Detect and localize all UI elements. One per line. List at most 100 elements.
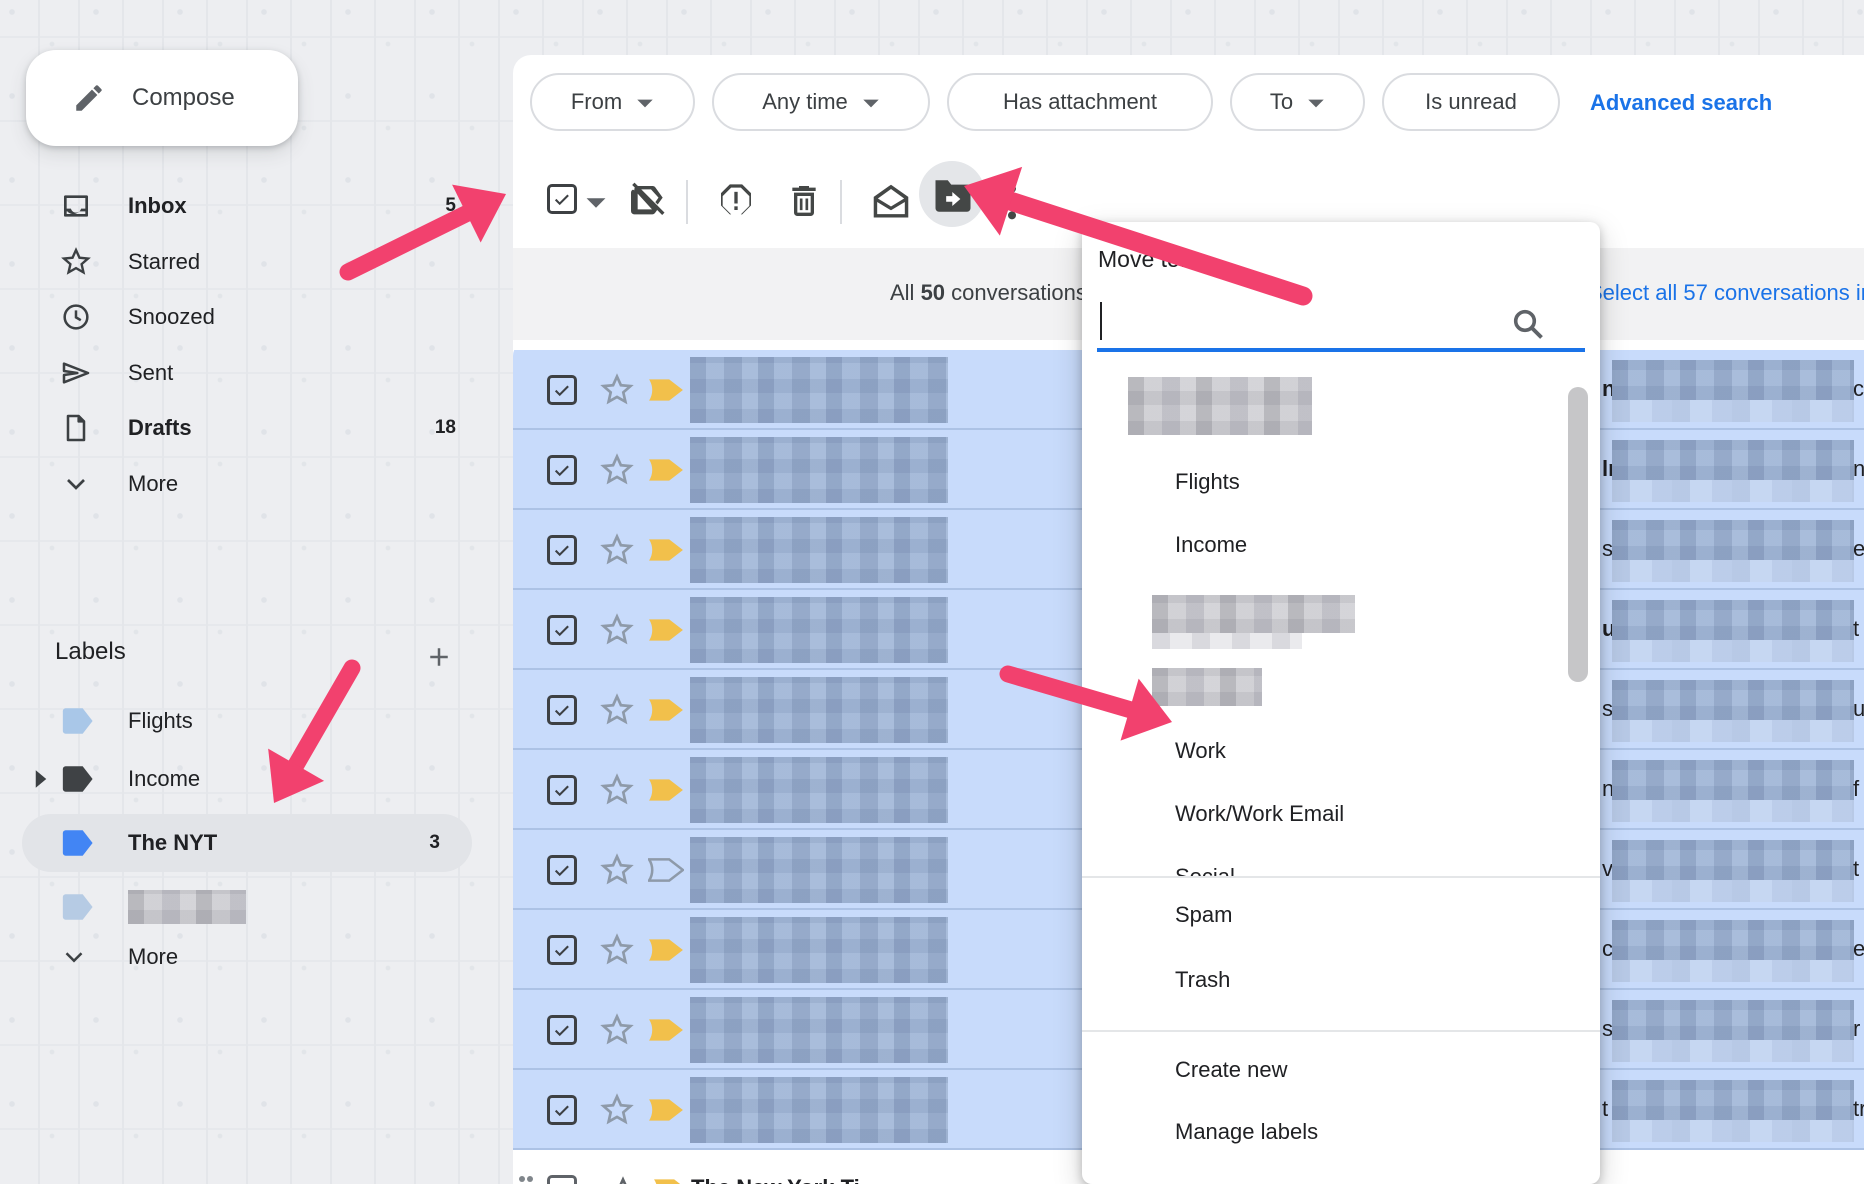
row-checkbox[interactable] — [547, 1175, 577, 1184]
sidebar-label-the-nyt[interactable]: The NYT3 — [0, 814, 480, 872]
star-icon[interactable] — [599, 932, 635, 973]
star-icon[interactable] — [599, 1012, 635, 1053]
select-dropdown-caret-icon[interactable] — [585, 196, 607, 210]
menu-item-flights[interactable]: Flights — [1175, 469, 1240, 495]
row-checkbox[interactable] — [547, 615, 577, 645]
important-marker-icon[interactable] — [648, 538, 684, 567]
sender-name: The New York Ti — [691, 1175, 860, 1184]
important-marker-icon[interactable] — [648, 698, 684, 727]
mark-read-icon[interactable] — [870, 183, 912, 221]
star-icon[interactable] — [605, 1175, 641, 1184]
filter-chip-to[interactable]: To — [1230, 73, 1365, 131]
sidebar-item-inbox[interactable]: Inbox5 — [0, 178, 480, 234]
blurred-sender — [690, 757, 948, 823]
move-to-icon[interactable] — [932, 178, 974, 214]
subject-fragment-left: t — [1602, 1096, 1608, 1122]
select-all-conversations-link[interactable]: Select all 57 conversations in The NYT — [1588, 280, 1864, 306]
menu-item-social[interactable]: Social — [1175, 864, 1235, 876]
sidebar-item-more[interactable]: More — [0, 456, 480, 512]
star-icon[interactable] — [599, 692, 635, 733]
label-tag-icon — [60, 764, 94, 799]
filter-chip-from[interactable]: From — [530, 73, 695, 131]
chevron-down-icon — [636, 89, 654, 115]
sidebar-item-sent[interactable]: Sent — [0, 345, 480, 401]
row-checkbox[interactable] — [547, 775, 577, 805]
blurred-label-option[interactable] — [1152, 668, 1262, 706]
row-checkbox[interactable] — [547, 855, 577, 885]
drag-handle-icon[interactable] — [518, 1175, 534, 1184]
important-marker-icon[interactable] — [648, 618, 684, 647]
create-label-plus-icon[interactable] — [424, 642, 454, 672]
important-marker-icon[interactable] — [648, 1098, 684, 1127]
label-search-input[interactable] — [1098, 292, 1568, 346]
sidebar-label-flights[interactable]: Flights — [0, 692, 480, 750]
report-spam-icon[interactable] — [716, 181, 756, 221]
toolbar-divider — [840, 180, 842, 224]
star-icon[interactable] — [599, 452, 635, 493]
sidebar-labels-more[interactable]: More — [0, 928, 480, 986]
row-checkbox[interactable] — [547, 455, 577, 485]
remove-label-icon[interactable] — [626, 180, 666, 222]
compose-button[interactable]: Compose — [26, 50, 298, 146]
label-tag-icon — [60, 892, 94, 927]
row-checkbox[interactable] — [547, 535, 577, 565]
star-icon[interactable] — [599, 852, 635, 893]
menu-item-income[interactable]: Income — [1175, 532, 1247, 558]
unread-count: 18 — [435, 417, 456, 439]
menu-item-trash[interactable]: Trash — [1175, 967, 1230, 993]
star-icon — [60, 246, 92, 278]
important-marker-icon[interactable] — [648, 778, 684, 807]
sidebar-item-starred[interactable]: Starred — [0, 234, 480, 290]
row-checkbox[interactable] — [547, 375, 577, 405]
delete-icon[interactable] — [784, 181, 824, 221]
pencil-icon — [72, 81, 106, 115]
star-icon[interactable] — [599, 372, 635, 413]
star-icon[interactable] — [599, 612, 635, 653]
sidebar-label-income[interactable]: Income — [0, 750, 480, 808]
sidebar-item-drafts[interactable]: Drafts18 — [0, 400, 480, 456]
gmail-screenshot: Compose Inbox5 Starred SnoozedSentDrafts18… — [0, 0, 1864, 1184]
important-marker-icon[interactable] — [648, 858, 684, 887]
important-marker-icon[interactable] — [648, 458, 684, 487]
blurred-snippet — [1612, 1000, 1854, 1040]
date-fragment-right: u — [1853, 696, 1864, 722]
menu-item-create-new[interactable]: Create new — [1175, 1057, 1288, 1083]
blurred-sender — [690, 437, 948, 503]
sidebar-item-snoozed[interactable]: Snoozed — [0, 289, 480, 345]
menu-item-work-work-email[interactable]: Work/Work Email — [1175, 801, 1344, 827]
chevron-down-icon — [862, 89, 880, 115]
star-icon[interactable] — [599, 772, 635, 813]
filter-chip-has-attachment[interactable]: Has attachment — [947, 73, 1213, 131]
blurred-label-option[interactable] — [1152, 595, 1355, 633]
important-marker-icon[interactable] — [648, 378, 684, 407]
sidebar-item-label: Starred — [128, 249, 200, 275]
row-checkbox[interactable] — [547, 1015, 577, 1045]
chevron-down-icon — [58, 942, 90, 972]
star-icon[interactable] — [599, 1092, 635, 1133]
expand-caret-icon[interactable] — [34, 770, 48, 793]
more-options-icon[interactable] — [1002, 182, 1022, 222]
advanced-search-link[interactable]: Advanced search — [1590, 90, 1772, 116]
important-marker-icon[interactable] — [648, 938, 684, 967]
important-marker-icon[interactable] — [648, 1018, 684, 1047]
blurred-snippet-light — [1612, 880, 1854, 902]
blurred-snippet-light — [1612, 800, 1854, 822]
menu-item-spam[interactable]: Spam — [1175, 902, 1232, 928]
row-checkbox[interactable] — [547, 695, 577, 725]
blurred-label-option[interactable] — [1128, 377, 1312, 435]
filter-chip-is-unread[interactable]: Is unread — [1382, 73, 1560, 131]
menu-item-work[interactable]: Work — [1175, 738, 1226, 764]
row-checkbox[interactable] — [547, 1095, 577, 1125]
blurred-snippet-light — [1612, 560, 1854, 582]
select-all-checkbox[interactable] — [547, 184, 577, 214]
filter-chip-any-time[interactable]: Any time — [712, 73, 930, 131]
menu-divider — [1082, 876, 1600, 878]
menu-item-manage-labels[interactable]: Manage labels — [1175, 1119, 1318, 1145]
menu-divider — [1082, 1030, 1600, 1032]
chevron-down-icon — [1307, 89, 1325, 115]
row-checkbox[interactable] — [547, 935, 577, 965]
popup-scrollbar[interactable] — [1568, 387, 1588, 682]
blurred-snippet-light — [1612, 640, 1854, 662]
blurred-sender — [690, 597, 948, 663]
star-icon[interactable] — [599, 532, 635, 573]
